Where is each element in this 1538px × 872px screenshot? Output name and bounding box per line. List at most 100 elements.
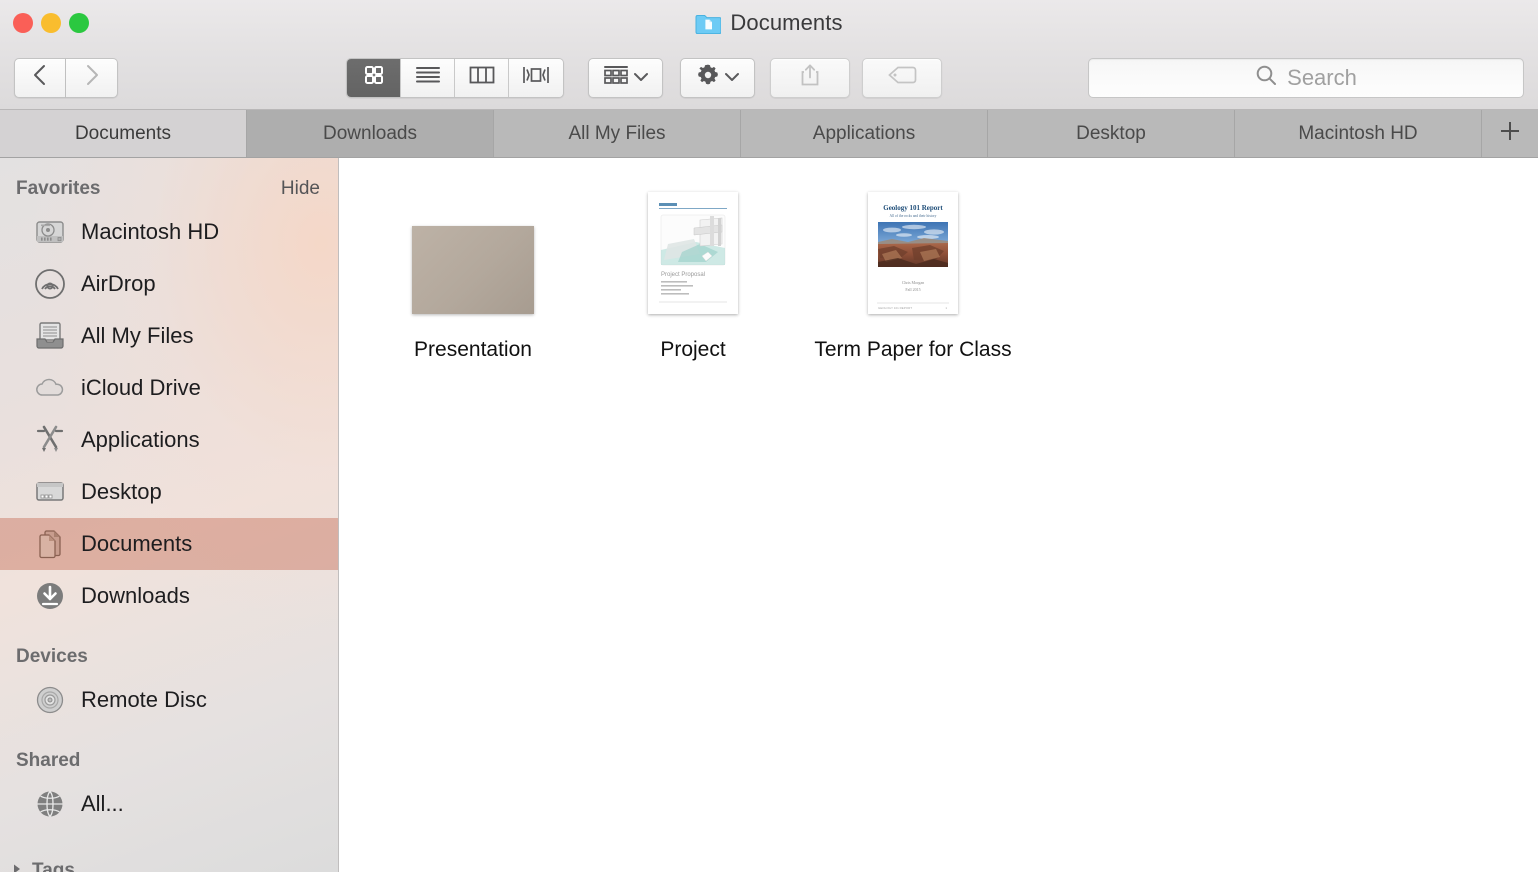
sidebar-item-label: Macintosh HD — [81, 219, 220, 244]
sidebar-section-devices-header: Devices — [16, 646, 88, 667]
tab-downloads[interactable]: Downloads — [247, 110, 494, 157]
sidebar: Favorites Hide Macintosh HD AirDrop All … — [0, 158, 339, 872]
search-input[interactable]: Search — [1287, 65, 1357, 91]
plus-icon — [1497, 118, 1523, 149]
thumbnail-container: Project Proposal — [623, 188, 763, 314]
list-view-button[interactable] — [401, 58, 455, 97]
finder-window: Documents Search Documents Downloads All… — [0, 0, 1538, 872]
forward-button[interactable] — [66, 57, 118, 98]
downloads-icon — [33, 579, 67, 613]
window-title-group: Documents — [0, 0, 1538, 46]
optical-disc-icon — [33, 683, 67, 717]
tab-bar: Documents Downloads All My Files Applica… — [0, 110, 1538, 158]
chevron-right-icon — [84, 64, 100, 91]
file-label: Project — [660, 338, 726, 361]
share-button[interactable] — [770, 57, 850, 98]
svg-text:Project Proposal: Project Proposal — [661, 272, 705, 278]
view-mode-segmented-control — [346, 57, 564, 98]
documents-icon — [33, 527, 67, 561]
sidebar-item-desktop[interactable]: Desktop — [0, 466, 338, 518]
sidebar-section-favorites-header: Favorites Hide — [0, 172, 338, 206]
list-view-icon — [415, 65, 441, 90]
sidebar-item-airdrop[interactable]: AirDrop — [0, 258, 338, 310]
sidebar-item-label: Desktop — [81, 479, 162, 504]
all-my-files-icon — [33, 319, 67, 353]
icon-view-button[interactable] — [347, 58, 401, 97]
desktop-icon — [33, 475, 67, 509]
file-label: Presentation — [414, 338, 532, 361]
chevron-down-icon — [725, 69, 739, 87]
svg-text:Geology 101 Report: Geology 101 Report — [883, 204, 943, 212]
toolbar: Search — [0, 46, 1538, 110]
back-button[interactable] — [14, 57, 66, 98]
sidebar-item-remote-disc[interactable]: Remote Disc — [0, 674, 338, 726]
tab-documents[interactable]: Documents — [0, 110, 247, 157]
sidebar-item-label: Documents — [81, 531, 193, 556]
tab-desktop[interactable]: Desktop — [988, 110, 1235, 157]
grid-view-icon — [363, 64, 385, 91]
sidebar-item-label: All... — [81, 791, 124, 816]
gear-icon — [696, 63, 720, 92]
file-grid: Presentation Project Proposal Project Ge… — [339, 158, 1538, 872]
thumbnail-container: Geology 101 Report All of the rocks and … — [843, 188, 983, 314]
sidebar-section-title: Favorites — [16, 178, 101, 199]
airdrop-icon — [33, 267, 67, 301]
search-icon — [1255, 64, 1277, 91]
arrange-by-icon — [603, 64, 629, 91]
thumbnail-container — [403, 188, 543, 314]
pages-document-thumbnail-icon: Project Proposal — [648, 192, 738, 314]
action-menu-button[interactable] — [680, 57, 755, 98]
sidebar-item-label: Applications — [81, 427, 200, 452]
sidebar-item-all-my-files[interactable]: All My Files — [0, 310, 338, 362]
svg-text:Chris Morgan: Chris Morgan — [902, 280, 924, 285]
tab-applications[interactable]: Applications — [741, 110, 988, 157]
chevron-down-icon — [634, 69, 648, 87]
sidebar-item-label: Downloads — [81, 583, 190, 608]
sidebar-item-icloud-drive[interactable]: iCloud Drive — [0, 362, 338, 414]
applications-icon — [33, 423, 67, 457]
sidebar-hide-favorites-button[interactable]: Hide — [281, 178, 320, 200]
keynote-slide-thumbnail-icon — [412, 226, 534, 314]
column-view-button[interactable] — [455, 58, 509, 97]
file-item-term-paper[interactable]: Geology 101 Report All of the rocks and … — [803, 180, 1023, 367]
svg-text:Fall 2015: Fall 2015 — [905, 287, 920, 292]
navigation-button-group — [14, 57, 118, 98]
hard-disk-icon — [33, 215, 67, 249]
sidebar-item-label: iCloud Drive — [81, 375, 201, 400]
arrange-by-button[interactable] — [588, 57, 663, 98]
tab-macintosh-hd[interactable]: Macintosh HD — [1235, 110, 1482, 157]
sidebar-section-title: Tags — [32, 860, 75, 872]
share-icon — [799, 63, 821, 92]
column-view-icon — [469, 65, 495, 90]
documents-folder-icon — [695, 13, 722, 34]
sidebar-item-applications[interactable]: Applications — [0, 414, 338, 466]
search-field[interactable]: Search — [1088, 57, 1524, 98]
title-bar: Documents — [0, 0, 1538, 46]
tag-icon — [887, 65, 917, 90]
tab-all-my-files[interactable]: All My Files — [494, 110, 741, 157]
file-item-project[interactable]: Project Proposal Project — [583, 180, 803, 367]
sidebar-item-all-shared[interactable]: All... — [0, 778, 338, 830]
sidebar-section-tags-header[interactable]: Tags — [0, 860, 75, 872]
word-report-thumbnail-icon: Geology 101 Report All of the rocks and … — [868, 192, 958, 314]
chevron-left-icon — [32, 64, 48, 91]
sidebar-item-label: All My Files — [81, 323, 194, 348]
svg-text:GEOLOGY 101 REPORT: GEOLOGY 101 REPORT — [878, 306, 912, 310]
disclosure-triangle-icon[interactable] — [10, 860, 24, 872]
file-label: Term Paper for Class — [814, 338, 1012, 361]
file-item-presentation[interactable]: Presentation — [363, 180, 583, 367]
sidebar-item-downloads[interactable]: Downloads — [0, 570, 338, 622]
sidebar-item-label: Remote Disc — [81, 687, 207, 712]
tag-button[interactable] — [862, 57, 942, 98]
coverflow-view-icon — [522, 65, 550, 90]
sidebar-item-documents[interactable]: Documents — [0, 518, 338, 570]
sidebar-section-shared-header: Shared — [16, 750, 81, 771]
window-body: Favorites Hide Macintosh HD AirDrop All … — [0, 158, 1538, 872]
sidebar-item-macintosh-hd[interactable]: Macintosh HD — [0, 206, 338, 258]
coverflow-view-button[interactable] — [509, 58, 563, 97]
window-title: Documents — [730, 10, 843, 35]
new-tab-button[interactable] — [1482, 110, 1538, 157]
network-globe-icon — [33, 787, 67, 821]
